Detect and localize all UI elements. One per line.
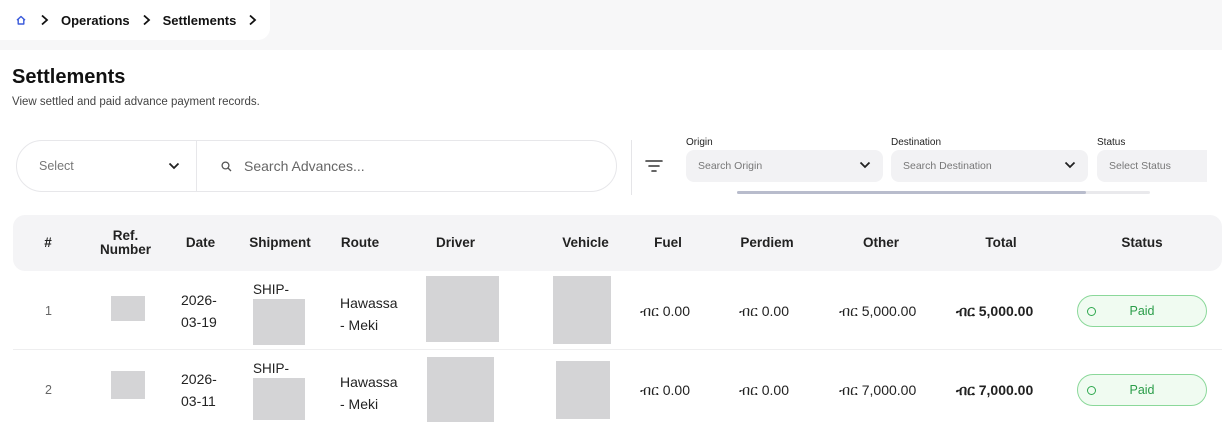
column-header-ref-number: Ref. Number [99, 227, 151, 257]
table-row[interactable]: 2 2026- 03-11 SHIP- Hawassa - Meki ብር 0.… [13, 351, 1222, 422]
row-other: ብር 5,000.00 [839, 302, 917, 319]
row-date: 2026- 03-11 [181, 369, 217, 412]
date-line: 03-11 [181, 392, 216, 409]
divider [631, 140, 632, 195]
status-badge: Paid [1077, 374, 1207, 406]
chevron-right-icon [142, 14, 151, 26]
route-line: Hawassa [340, 374, 398, 390]
column-header-status: Status [1121, 234, 1163, 250]
status-badge-label: Paid [1129, 304, 1155, 318]
breadcrumb-item-settlements[interactable]: Settlements [163, 13, 237, 28]
row-perdiem: ብር 0.00 [739, 302, 789, 319]
row-shipment[interactable]: SHIP- [253, 282, 305, 345]
filter-icon[interactable] [644, 158, 664, 174]
column-header-total: Total [985, 234, 1017, 250]
row-shipment[interactable]: SHIP- [253, 361, 305, 420]
search-scope-value: Select [39, 159, 74, 173]
redacted-ref-number [111, 296, 145, 321]
row-fuel: ብር 0.00 [640, 381, 690, 398]
row-fuel: ብር 0.00 [640, 302, 690, 319]
search-input[interactable]: Search Advances... [197, 158, 365, 174]
search-placeholder: Search Advances... [244, 158, 365, 174]
status-label: Status [1097, 137, 1126, 148]
redacted-driver [426, 276, 499, 342]
table-row[interactable]: 1 2026- 03-19 SHIP- Hawassa - Meki ብር 0.… [13, 272, 1222, 350]
route-line: - Meki [340, 317, 379, 334]
home-icon[interactable] [14, 13, 28, 27]
row-other: ብር 7,000.00 [839, 381, 917, 398]
breadcrumb: Operations Settlements [0, 0, 270, 40]
chevron-down-icon [168, 159, 180, 173]
column-header-other: Other [862, 234, 899, 250]
chevron-down-icon [859, 160, 871, 172]
row-total: ብር 5,000.00 [956, 302, 1034, 319]
search-scope-select[interactable]: Select [17, 141, 197, 191]
search-icon [221, 160, 232, 172]
status-badge: Paid [1077, 295, 1207, 327]
scrollbar-thumb[interactable] [737, 191, 1086, 194]
shipment-prefix: SHIP- [253, 282, 290, 297]
status-badge-label: Paid [1129, 383, 1155, 397]
route-line: - Meki [340, 396, 379, 413]
origin-placeholder: Search Origin [698, 160, 763, 172]
row-route: Hawassa - Meki [340, 292, 398, 337]
column-header-shipment: Shipment [249, 234, 311, 250]
origin-label: Origin [686, 137, 713, 148]
search-bar: Select Search Advances... [16, 140, 617, 192]
row-date: 2026- 03-19 [181, 290, 217, 333]
redacted-vehicle [553, 276, 611, 344]
status-dot-icon [1087, 307, 1096, 316]
chevron-right-icon [40, 14, 49, 26]
row-perdiem: ብር 0.00 [739, 381, 789, 398]
column-header-fuel: Fuel [654, 234, 682, 250]
redacted-ref-number [111, 371, 145, 399]
origin-select[interactable]: Search Origin [686, 150, 883, 182]
row-index: 2 [45, 383, 52, 397]
row-index: 1 [45, 304, 52, 318]
date-line: 2026- [181, 371, 217, 387]
redacted-vehicle [556, 361, 610, 419]
page-title: Settlements [12, 66, 126, 88]
page-subtitle: View settled and paid advance payment re… [12, 96, 260, 108]
status-select[interactable]: Select Status [1097, 150, 1207, 182]
column-header-route: Route [340, 234, 380, 250]
chevron-right-icon [248, 14, 257, 26]
row-route: Hawassa - Meki [340, 371, 398, 416]
destination-placeholder: Search Destination [903, 160, 992, 172]
column-header-index: # [44, 234, 52, 250]
column-header-vehicle: Vehicle [562, 234, 609, 250]
destination-label: Destination [891, 137, 942, 148]
column-header-perdiem: Perdiem [740, 234, 794, 250]
destination-select[interactable]: Search Destination [891, 150, 1088, 182]
status-dot-icon [1087, 386, 1096, 395]
table-header: # Ref. Number Date Shipment Route Driver… [13, 215, 1222, 271]
filters-scrollbar[interactable] [737, 191, 1150, 194]
column-header-driver: Driver [435, 234, 476, 250]
redacted-shipment [253, 299, 305, 345]
chevron-down-icon [1064, 160, 1076, 172]
shipment-prefix: SHIP- [253, 361, 290, 376]
redacted-shipment [253, 378, 305, 420]
date-line: 2026- [181, 292, 217, 308]
redacted-driver [427, 357, 494, 422]
route-line: Hawassa [340, 295, 398, 311]
main-content: Settlements View settled and paid advanc… [0, 50, 1222, 422]
status-placeholder: Select Status [1109, 160, 1171, 172]
row-total: ብር 7,000.00 [956, 381, 1034, 398]
breadcrumb-item-operations[interactable]: Operations [61, 13, 130, 28]
column-header-date: Date [185, 234, 216, 250]
date-line: 03-19 [181, 313, 217, 330]
